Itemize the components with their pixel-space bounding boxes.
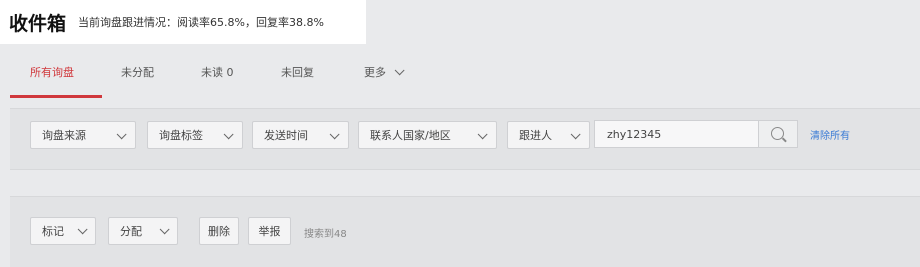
tab-unreplied[interactable]: 未回复: [281, 64, 314, 80]
title-box: 收件箱 当前询盘跟进情况：阅读率65.8%，回复率38.8%: [0, 0, 366, 44]
chevron-down-icon: [77, 224, 88, 235]
action-panel: 标记 分配 删除 举报 搜索到48: [10, 196, 920, 267]
chevron-down-icon: [570, 129, 581, 140]
page-title: 收件箱: [9, 12, 67, 35]
tab-more[interactable]: 更多: [364, 64, 405, 80]
chevron-down-icon: [329, 129, 340, 140]
chevron-down-icon: [223, 129, 234, 140]
tab-unread[interactable]: 未读 0: [201, 64, 234, 80]
mark-button-label: 标记: [42, 225, 64, 238]
search-input[interactable]: [594, 120, 758, 148]
inquiry-tag-dropdown[interactable]: 询盘标签: [147, 121, 243, 149]
dropdown-label: 询盘来源: [42, 129, 86, 142]
report-button[interactable]: 举报: [248, 217, 291, 245]
clear-all-link[interactable]: 清除所有: [810, 127, 850, 142]
dropdown-label: 跟进人: [519, 129, 552, 142]
follower-dropdown[interactable]: 跟进人: [507, 121, 590, 149]
contact-country-dropdown[interactable]: 联系人国家/地区: [358, 121, 497, 149]
search-result-count: 搜索到48: [304, 229, 347, 240]
chevron-down-icon: [394, 65, 405, 76]
chevron-down-icon: [116, 129, 127, 140]
tab-unassigned[interactable]: 未分配: [121, 64, 154, 80]
tab-bar: 所有询盘 未分配 未读 0 未回复 更多: [0, 44, 920, 100]
dropdown-label: 发送时间: [264, 129, 308, 142]
active-tab-indicator: [10, 95, 102, 98]
dropdown-label: 询盘标签: [159, 129, 203, 142]
chevron-down-icon: [477, 129, 488, 140]
send-time-dropdown[interactable]: 发送时间: [252, 121, 349, 149]
delete-button[interactable]: 删除: [199, 217, 239, 245]
inquiry-source-dropdown[interactable]: 询盘来源: [30, 121, 136, 149]
chevron-down-icon: [159, 224, 170, 235]
mark-button[interactable]: 标记: [30, 217, 96, 245]
follow-up-stats: 当前询盘跟进情况：阅读率65.8%，回复率38.8%: [78, 16, 324, 29]
search-icon: [771, 127, 784, 140]
assign-button[interactable]: 分配: [108, 217, 178, 245]
search-button[interactable]: [758, 120, 798, 148]
dropdown-label: 联系人国家/地区: [370, 129, 451, 142]
tab-more-label: 更多: [364, 66, 386, 79]
tab-all-inquiries[interactable]: 所有询盘: [30, 64, 74, 80]
assign-button-label: 分配: [120, 225, 142, 238]
